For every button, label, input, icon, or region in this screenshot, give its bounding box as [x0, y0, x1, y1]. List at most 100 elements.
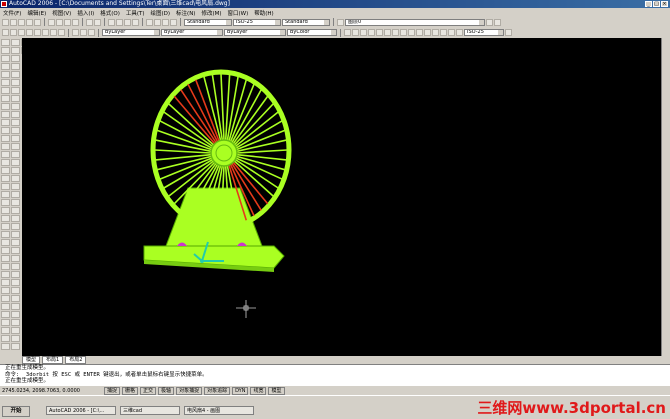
left-tool-icon[interactable] — [11, 247, 20, 254]
left-tool-icon[interactable] — [11, 335, 20, 342]
left-tool-icon[interactable] — [1, 159, 10, 166]
undo-icon[interactable] — [86, 18, 93, 26]
dim-baseline-icon[interactable] — [400, 29, 407, 36]
lineweight-combo[interactable]: ByLayer — [224, 29, 286, 36]
left-tool-icon[interactable] — [11, 95, 20, 102]
left-tool-icon[interactable] — [11, 127, 20, 134]
left-tool-icon[interactable] — [11, 223, 20, 230]
left-tool-icon[interactable] — [1, 191, 10, 198]
dim-style-icon[interactable] — [505, 29, 512, 36]
left-tool-icon[interactable] — [1, 39, 10, 46]
left-tool-icon[interactable] — [11, 103, 20, 110]
left-tool-icon[interactable] — [11, 175, 20, 182]
menu-item-3[interactable]: 插入(I) — [77, 9, 94, 17]
open-file-icon[interactable] — [10, 18, 17, 26]
layer-previous-icon[interactable] — [494, 18, 501, 26]
left-tool-icon[interactable] — [1, 207, 10, 214]
properties-icon[interactable] — [146, 18, 153, 26]
wireframe-icon[interactable] — [50, 29, 57, 36]
left-tool-icon[interactable] — [1, 343, 10, 350]
make-layer-current-icon[interactable] — [486, 18, 493, 26]
autocad-app-icon[interactable] — [1, 1, 7, 7]
left-tool-icon[interactable] — [11, 151, 20, 158]
dim-text-edit-icon[interactable] — [448, 29, 455, 36]
left-tool-icon[interactable] — [1, 319, 10, 326]
view-top-icon[interactable] — [10, 29, 17, 36]
status-toggle-7[interactable]: 线宽 — [250, 386, 267, 395]
menu-item-1[interactable]: 编辑(E) — [27, 9, 46, 17]
left-tool-icon[interactable] — [11, 287, 20, 294]
view-front-icon[interactable] — [18, 29, 25, 36]
left-tool-icon[interactable] — [11, 111, 20, 118]
taskbar-item-0[interactable]: AutoCAD 2006 - [C:\... — [46, 406, 116, 415]
left-tool-icon[interactable] — [11, 215, 20, 222]
left-tool-icon[interactable] — [1, 199, 10, 206]
dim-style-combo-right[interactable]: ISO-25 — [464, 29, 504, 36]
status-toggle-3[interactable]: 极轴 — [158, 386, 175, 395]
new-file-icon[interactable] — [2, 18, 9, 26]
left-tool-icon[interactable] — [11, 71, 20, 78]
close-button[interactable]: × — [661, 1, 668, 7]
left-tool-icon[interactable] — [11, 295, 20, 302]
center-mark-icon[interactable] — [432, 29, 439, 36]
left-tool-icon[interactable] — [1, 55, 10, 62]
shade-icon[interactable] — [42, 29, 49, 36]
left-tool-icon[interactable] — [1, 327, 10, 334]
left-tool-icon[interactable] — [11, 311, 20, 318]
dim-ordinate-icon[interactable] — [360, 29, 367, 36]
left-tool-icon[interactable] — [1, 231, 10, 238]
left-tool-icon[interactable] — [1, 135, 10, 142]
left-tool-icon[interactable] — [1, 111, 10, 118]
view-iso-icon[interactable] — [34, 29, 41, 36]
print-icon[interactable] — [26, 18, 33, 26]
color-combo[interactable]: ByLayer — [102, 29, 160, 36]
left-tool-icon[interactable] — [11, 119, 20, 126]
menu-item-0[interactable]: 文件(F) — [3, 9, 21, 17]
left-tool-icon[interactable] — [11, 143, 20, 150]
left-tool-icon[interactable] — [1, 63, 10, 70]
left-tool-icon[interactable] — [11, 343, 20, 350]
left-tool-icon[interactable] — [1, 143, 10, 150]
print-preview-icon[interactable] — [34, 18, 41, 26]
left-tool-icon[interactable] — [11, 255, 20, 262]
left-tool-icon[interactable] — [1, 71, 10, 78]
left-tool-icon[interactable] — [11, 207, 20, 214]
layout-tab-1[interactable]: 布局1 — [42, 356, 64, 364]
menu-item-2[interactable]: 视图(V) — [52, 9, 71, 17]
left-tool-icon[interactable] — [11, 79, 20, 86]
match-properties-icon[interactable] — [72, 18, 79, 26]
table-style-combo[interactable]: Standard — [282, 18, 330, 26]
left-tool-icon[interactable] — [1, 311, 10, 318]
left-tool-icon[interactable] — [11, 191, 20, 198]
pan-icon[interactable] — [108, 18, 115, 26]
menu-item-9[interactable]: 窗口(W) — [228, 9, 249, 17]
design-center-icon[interactable] — [154, 18, 161, 26]
status-toggle-6[interactable]: DYN — [232, 386, 249, 395]
copy-icon[interactable] — [56, 18, 63, 26]
menu-item-7[interactable]: 标注(N) — [176, 9, 195, 17]
left-tool-icon[interactable] — [1, 335, 10, 342]
layout-tab-0[interactable]: 模型 — [22, 356, 41, 364]
menu-item-10[interactable]: 帮助(H) — [254, 9, 273, 17]
taskbar-item-1[interactable]: 三维cad — [120, 406, 180, 415]
layout-tab-2[interactable]: 布局2 — [65, 356, 87, 364]
left-tool-icon[interactable] — [1, 95, 10, 102]
hidden-icon[interactable] — [58, 29, 65, 36]
left-tool-icon[interactable] — [11, 231, 20, 238]
left-tool-icon[interactable] — [11, 159, 20, 166]
left-tool-icon[interactable] — [1, 151, 10, 158]
orbit-icon[interactable] — [2, 29, 9, 36]
left-tool-icon[interactable] — [1, 183, 10, 190]
left-tool-icon[interactable] — [1, 119, 10, 126]
text-style-combo[interactable]: Standard — [184, 18, 232, 26]
left-tool-icon[interactable] — [1, 303, 10, 310]
command-window[interactable]: 正在重生成模型。 命令: _3dorbit 按 ESC 或 ENTER 键退出，或… — [0, 364, 670, 386]
left-tool-icon[interactable] — [11, 327, 20, 334]
ucs-icon[interactable] — [72, 29, 79, 36]
left-tool-icon[interactable] — [1, 287, 10, 294]
start-button[interactable]: 开始 — [2, 406, 30, 417]
left-tool-icon[interactable] — [11, 319, 20, 326]
minimize-button[interactable]: _ — [645, 1, 652, 7]
status-toggle-1[interactable]: 栅格 — [122, 386, 139, 395]
left-tool-icon[interactable] — [11, 279, 20, 286]
